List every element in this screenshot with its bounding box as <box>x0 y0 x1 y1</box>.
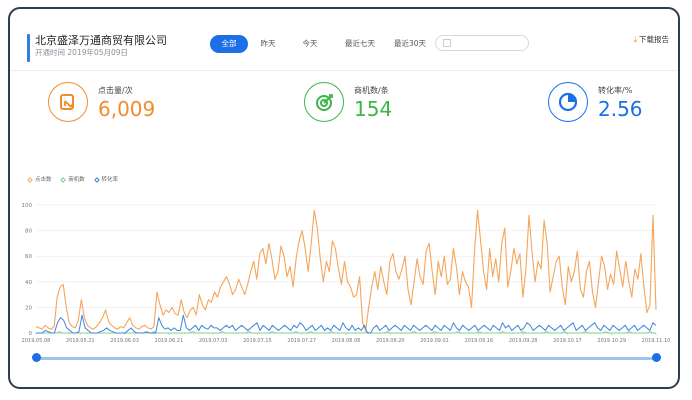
series-line-conversion <box>36 314 657 334</box>
download-report-button[interactable]: ⤓ 下载报告 <box>633 34 669 45</box>
legend-label-conversion: 转化率 <box>101 177 119 183</box>
x-tick-label: 2019.09.01 <box>420 338 449 344</box>
legend-marker-leads <box>60 176 67 183</box>
x-tick-label: 2019.07.27 <box>287 338 316 344</box>
zoom-slider-end-handle[interactable] <box>652 353 661 362</box>
x-tick-label: 2019.10.29 <box>597 338 626 344</box>
stat-leads-circle <box>304 82 344 122</box>
stat-conversion-value: 2.56 <box>598 97 643 121</box>
x-tick-label: 2019.06.21 <box>155 338 184 344</box>
date-range-input[interactable] <box>435 35 529 51</box>
x-tick-label: 2019.11.10 <box>642 338 671 344</box>
x-tick-label: 2019.08.08 <box>332 338 361 344</box>
tab-last-30-days[interactable]: 最近30天 <box>390 35 430 53</box>
tab-last-7-days[interactable]: 最近七天 <box>340 35 380 53</box>
title-accent-bar <box>27 34 30 62</box>
legend-item-conversion[interactable]: 转化率 <box>93 175 119 183</box>
line-chart: 0 20 40 60 80 100 2019.05.08 2019.05.21 2019.06.… <box>22 203 671 344</box>
stat-leads-value: 154 <box>354 97 393 121</box>
x-tick-label: 2019.09.28 <box>509 338 538 344</box>
zoom-slider-track[interactable] <box>36 357 656 360</box>
stat-clicks-label: 点击量/次 <box>98 86 133 95</box>
stat-conversion-label: 转化率/% <box>598 86 633 95</box>
zoom-slider-start-handle[interactable] <box>32 353 41 362</box>
x-tick-label: 2019.07.03 <box>199 338 228 344</box>
click-report-icon <box>60 94 74 110</box>
series-line-leads <box>36 331 656 334</box>
stat-conversion-circle <box>548 82 588 122</box>
y-tick-label: 40 <box>25 280 32 286</box>
stat-clicks-value: 6,009 <box>98 97 156 121</box>
company-name: 北京盛泽万通商贸有限公司 <box>35 34 167 47</box>
y-tick-label: 80 <box>25 229 32 235</box>
x-tick-label: 2019.06.03 <box>110 338 139 344</box>
y-tick-label: 100 <box>22 203 33 209</box>
target-icon <box>316 94 333 111</box>
x-tick-label: 2019.09.16 <box>465 338 494 344</box>
tab-yesterday[interactable]: 昨天 <box>254 35 282 53</box>
header-divider <box>10 70 678 71</box>
pie-icon <box>558 92 578 112</box>
legend-marker-clicks <box>27 176 33 183</box>
x-tick-label: 2019.05.21 <box>66 338 95 344</box>
x-tick-label: 2019.08.20 <box>376 338 405 344</box>
tab-all[interactable]: 全部 <box>210 35 248 53</box>
y-tick-label: 60 <box>25 254 32 260</box>
x-tick-label: 2019.07.15 <box>243 338 272 344</box>
opened-date: 开通时间 2019年05月09日 <box>35 48 129 57</box>
y-tick-label: 0 <box>29 331 33 337</box>
header: 北京盛泽万通商贸有限公司 开通时间 2019年05月09日 全部 昨天 今天 最… <box>10 9 678 71</box>
download-icon: ⤓ <box>633 35 637 44</box>
y-tick-label: 20 <box>25 305 32 311</box>
legend-item-clicks[interactable]: 点击数 <box>27 175 52 183</box>
calendar-icon <box>443 39 451 47</box>
dashboard-panel: 北京盛泽万通商贸有限公司 开通时间 2019年05月09日 全部 昨天 今天 最… <box>8 7 680 389</box>
series-line-clicks <box>35 209 657 331</box>
legend-label-leads: 商机数 <box>68 177 85 183</box>
x-tick-label: 2019.10.17 <box>553 338 582 344</box>
x-tick-label: 2019.05.08 <box>22 338 51 344</box>
legend-marker-conversion <box>93 176 100 183</box>
legend-label-clicks: 点击数 <box>35 177 52 183</box>
stat-clicks-circle <box>48 82 88 122</box>
tab-today[interactable]: 今天 <box>296 35 324 53</box>
download-label: 下载报告 <box>639 35 669 44</box>
legend-item-leads[interactable]: 商机数 <box>60 175 85 183</box>
stat-leads-label: 商机数/条 <box>354 86 389 95</box>
chart-legend: 点击数 商机数 转化率 <box>27 175 126 183</box>
